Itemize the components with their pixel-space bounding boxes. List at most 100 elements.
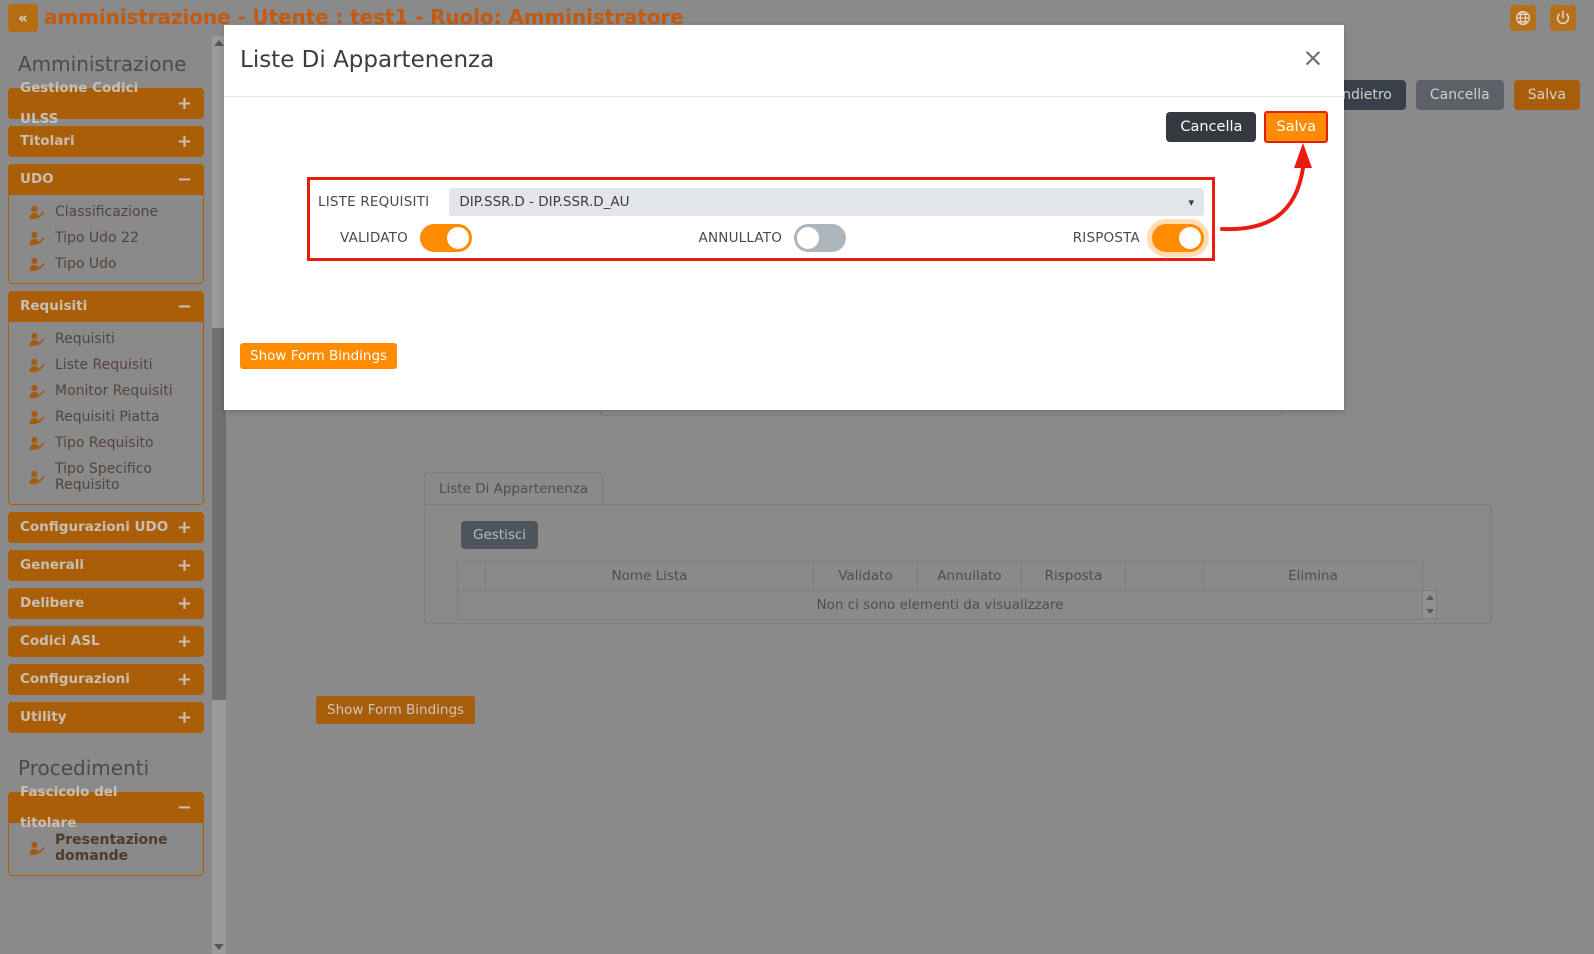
sidebar-item-requisiti-piatta[interactable]: Requisiti Piatta bbox=[9, 404, 203, 430]
sidebar-group-header-codici-asl[interactable]: Codici ASL + bbox=[8, 626, 204, 657]
sidebar-group-codici-asl: Codici ASL + bbox=[8, 626, 204, 657]
toggle-knob bbox=[446, 227, 469, 249]
toggle-risposta[interactable] bbox=[1152, 224, 1204, 252]
table-header-row: Nome Lista Validato Annullato Risposta Elimi… bbox=[457, 561, 1424, 591]
page-action-buttons: Indietro Cancella Salva bbox=[1323, 80, 1580, 110]
table-header-cell: Nome Lista bbox=[485, 561, 814, 591]
table-header-cell: Validato bbox=[812, 561, 918, 591]
sidebar-group-requisiti: Requisiti − Requisiti Liste Requisiti Monito… bbox=[8, 291, 204, 505]
sidebar-group-header-configurazioni[interactable]: Configurazioni + bbox=[8, 664, 204, 695]
sidebar-item-label: Tipo Specifico Requisito bbox=[55, 461, 152, 493]
sidebar-item-label: Requisiti Piatta bbox=[55, 409, 160, 425]
page-show-form-bindings-button[interactable]: Show Form Bindings bbox=[316, 696, 476, 724]
toggle-knob bbox=[1179, 227, 1201, 249]
sidebar-group-label: Configurazioni bbox=[20, 671, 130, 687]
sidebar-group-header-requisiti[interactable]: Requisiti − bbox=[8, 291, 204, 322]
sidebar-group-label: Generali bbox=[20, 557, 85, 573]
table-scroll-up-icon[interactable] bbox=[1425, 595, 1434, 601]
table-row: Non ci sono elementi da visualizzare bbox=[457, 590, 1423, 620]
liste-table: Nome Lista Validato Annullato Risposta Elimi… bbox=[457, 561, 1424, 620]
sidebar-group-udo: UDO − Classificazione Tipo Udo 22 Tipo Udo bbox=[8, 164, 204, 284]
cancel-button[interactable]: Cancella bbox=[1166, 112, 1257, 142]
save-button-highlight: Salva bbox=[1264, 111, 1328, 143]
plus-icon: + bbox=[176, 130, 192, 152]
sidebar-group-label: Codici ASL bbox=[20, 633, 100, 649]
user-edit-icon bbox=[29, 205, 46, 220]
sidebar-item-liste-requisiti[interactable]: Liste Requisiti bbox=[9, 352, 203, 378]
sidebar-group-list-2: Fascicolo del titolare − Presentazione dom… bbox=[0, 784, 212, 876]
sidebar-group-label: Fascicolo del titolare bbox=[20, 783, 118, 831]
plus-icon: + bbox=[176, 92, 192, 114]
plus-icon: + bbox=[176, 630, 192, 652]
page-cancella-button[interactable]: Cancella bbox=[1415, 80, 1504, 110]
modal-show-form-bindings-button[interactable]: Show Form Bindings bbox=[240, 343, 398, 369]
sidebar-item-classificazione[interactable]: Classificazione bbox=[9, 199, 203, 225]
sidebar-item-requisiti[interactable]: Requisiti bbox=[9, 326, 203, 352]
sidebar-group-body: Requisiti Liste Requisiti Monitor Requisit… bbox=[8, 322, 204, 505]
page-salva-button[interactable]: Salva bbox=[1513, 80, 1580, 110]
sidebar-group-label: Requisiti bbox=[20, 298, 88, 314]
toggle-annullato[interactable] bbox=[794, 224, 847, 252]
close-icon[interactable]: × bbox=[1300, 45, 1326, 72]
sidebar-item-label: Requisiti bbox=[55, 331, 115, 347]
power-icon[interactable] bbox=[1550, 5, 1576, 31]
toggle-label: RISPOSTA bbox=[1072, 230, 1140, 246]
table-header-cell bbox=[457, 561, 486, 591]
toggle-label: ANNULLATO bbox=[698, 230, 783, 246]
sidebar-group-label: Utility bbox=[20, 709, 67, 725]
table-header-cell: Elimina bbox=[1202, 561, 1424, 591]
sidebar-item-label: Tipo Requisito bbox=[55, 435, 154, 451]
select-value: DIP.SSR.D - DIP.SSR.D_AU bbox=[459, 194, 630, 210]
plus-icon: + bbox=[176, 706, 192, 728]
toggle-validato[interactable] bbox=[419, 224, 472, 252]
user-edit-icon bbox=[29, 257, 46, 272]
sidebar-group-utility: Utility + bbox=[8, 702, 204, 733]
liste-requisiti-select[interactable]: DIP.SSR.D - DIP.SSR.D_AU ▾ bbox=[449, 188, 1204, 216]
highlighted-form-region: LISTE REQUISITI DIP.SSR.D - DIP.SSR.D_AU… bbox=[307, 177, 1215, 261]
toggle-knob bbox=[797, 227, 820, 249]
sidebar-item-monitor-requisiti[interactable]: Monitor Requisiti bbox=[9, 378, 203, 404]
minus-icon: − bbox=[176, 796, 192, 818]
sidebar-group-fascicolo-del-titolare: Fascicolo del titolare − Presentazione dom… bbox=[8, 784, 204, 876]
sidebar-group-body: Classificazione Tipo Udo 22 Tipo Udo bbox=[8, 195, 204, 284]
sidebar-group-configurazioni: Configurazioni + bbox=[8, 664, 204, 695]
user-edit-icon bbox=[29, 436, 46, 451]
sidebar-item-label: Presentazione domande bbox=[55, 832, 168, 864]
sidebar-group-label: UDO bbox=[20, 171, 54, 187]
sidebar-group-header-utility[interactable]: Utility + bbox=[8, 702, 204, 733]
globe-icon[interactable] bbox=[1510, 5, 1536, 31]
sidebar-collapse-button[interactable]: « bbox=[8, 4, 38, 32]
user-edit-icon bbox=[29, 841, 46, 856]
table-scrollbar[interactable] bbox=[1423, 590, 1437, 619]
sidebar-group-header-fascicolo-del-titolare[interactable]: Fascicolo del titolare − bbox=[8, 784, 204, 831]
sidebar-item-tipo-specifico-requisito[interactable]: Tipo Specifico Requisito bbox=[9, 456, 203, 498]
sidebar-item-tipo-udo-22[interactable]: Tipo Udo 22 bbox=[9, 225, 203, 251]
sidebar-group-delibere: Delibere + bbox=[8, 588, 204, 619]
gestisci-button[interactable]: Gestisci bbox=[461, 521, 539, 549]
minus-icon: − bbox=[176, 295, 192, 317]
toggle-group-risposta: RISPOSTA bbox=[1073, 224, 1204, 252]
sidebar-group-header-gestione-codici-ulss[interactable]: Gestione Codici ULSS + bbox=[8, 80, 204, 127]
scroll-down-icon[interactable] bbox=[212, 940, 226, 954]
user-edit-icon bbox=[29, 410, 46, 425]
table-scroll-down-icon[interactable] bbox=[1425, 608, 1434, 614]
sidebar-group-configurazioni-udo: Configurazioni UDO + bbox=[8, 512, 204, 543]
sidebar-item-tipo-requisito[interactable]: Tipo Requisito bbox=[9, 430, 203, 456]
modal-action-buttons: Cancella Salva bbox=[1166, 111, 1328, 143]
sidebar-group-header-delibere[interactable]: Delibere + bbox=[8, 588, 204, 619]
toggle-row: VALIDATO ANNULLATO RISPOSTA bbox=[318, 224, 1204, 252]
tab-liste-di-appartenenza[interactable]: Liste Di Appartenenza bbox=[424, 472, 604, 504]
liste-di-appartenenza-modal: Liste Di Appartenenza × Cancella Salva L… bbox=[224, 25, 1344, 410]
plus-icon: + bbox=[176, 516, 192, 538]
save-button[interactable]: Salva bbox=[1266, 113, 1326, 141]
panel-body: Gestisci Nome Lista Validato Annullato Risp… bbox=[424, 504, 1492, 624]
table-header-cell bbox=[1124, 561, 1204, 591]
sidebar-group-header-configurazioni-udo[interactable]: Configurazioni UDO + bbox=[8, 512, 204, 543]
plus-icon: + bbox=[176, 592, 192, 614]
sidebar-group-header-udo[interactable]: UDO − bbox=[8, 164, 204, 195]
sidebar-item-tipo-udo[interactable]: Tipo Udo bbox=[9, 251, 203, 277]
plus-icon: + bbox=[176, 668, 192, 690]
sidebar-group-header-generali[interactable]: Generali + bbox=[8, 550, 204, 581]
sidebar-item-label: Liste Requisiti bbox=[55, 357, 153, 373]
modal-title: Liste Di Appartenenza bbox=[240, 47, 495, 73]
